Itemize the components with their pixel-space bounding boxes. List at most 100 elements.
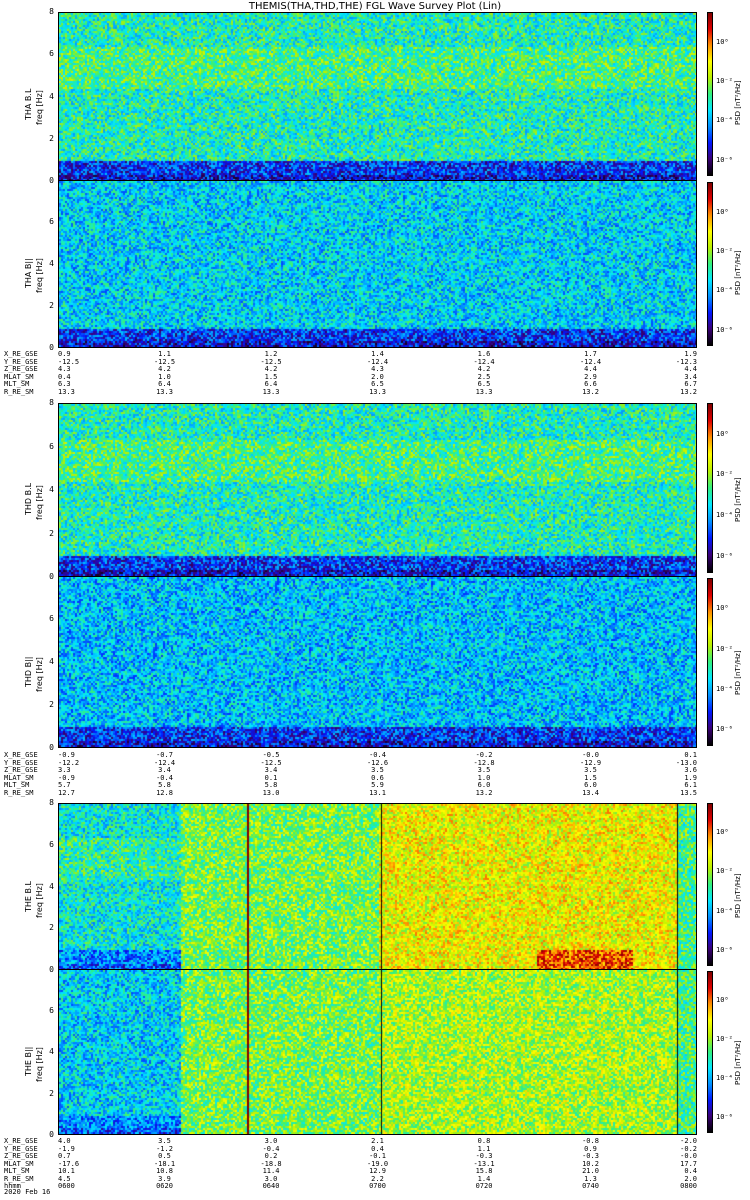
ephemeris-value: 0740: [582, 1182, 599, 1190]
ephemeris-value: 13.3: [58, 387, 75, 396]
ephemeris-label: R_RE_SM: [4, 387, 34, 396]
ephemeris-value: 13.3: [156, 387, 173, 396]
spectrogram-canvas: [59, 404, 696, 576]
ephemeris-value: 12.7: [58, 788, 75, 797]
y-tick-label: 4: [49, 1047, 54, 1056]
ephemeris-value: 13.5: [680, 788, 697, 797]
ephemeris-value: 0800: [680, 1182, 697, 1190]
y-tick-label: 2: [49, 528, 54, 538]
spectrogram-tha-bperp: [58, 12, 697, 181]
colorbar-title: PSD [nT²/Hz]: [734, 477, 742, 522]
y-tick-label: 8: [49, 7, 54, 16]
ephemeris-label: R_RE_SM: [4, 788, 34, 797]
colorbar-tick-label: 10⁰: [716, 828, 729, 837]
ephemeris-row: R_RE_SM 13.3 13.3 13.3 13.3 13.3 13.2 13.2: [0, 387, 750, 397]
colorbar-tick-label: 10⁻²: [716, 1035, 733, 1044]
y-axis-title: THA B||: [24, 258, 33, 288]
y-tick-label: 2: [49, 133, 54, 143]
y-tick-label: 0: [49, 176, 54, 185]
y-tick-label: 4: [49, 657, 54, 666]
colorbar-tick-label: 10⁻⁶: [716, 725, 733, 734]
ephemeris-value: 13.0: [262, 788, 280, 797]
y-axis-title: THE B||: [24, 1046, 33, 1076]
colorbar: [707, 971, 713, 1133]
spectrogram-thd-bpar: [58, 576, 697, 748]
ephemeris-value: 12.8: [156, 788, 173, 797]
colorbar-tick-label: 10⁻⁴: [716, 511, 733, 520]
spectrogram-canvas: [59, 13, 696, 180]
colorbar-tick-label: 10⁰: [716, 37, 729, 46]
y-axis-title: THA B.L: [24, 88, 33, 120]
y-tick-label: 4: [49, 259, 54, 268]
ephemeris-value: 0620: [156, 1182, 173, 1190]
ephemeris-value: 13.4: [582, 788, 599, 797]
spectrogram-the-bperp: [58, 803, 697, 970]
colorbar-tick-label: 10⁰: [716, 207, 729, 216]
y-tick-label: 6: [49, 614, 54, 623]
y-tick-label: 6: [49, 49, 54, 59]
ephemeris-row: hhmm 0600 0620 0640 0700 0720 0740 0800: [0, 1182, 750, 1191]
y-axis-title: THD B||: [24, 656, 33, 687]
y-tick-label: 6: [49, 217, 54, 226]
spectrogram-canvas: [59, 804, 696, 969]
colorbar-tick-label: 10⁻⁴: [716, 906, 733, 915]
colorbar-tick-label: 10⁻²: [716, 867, 733, 876]
colorbar-title: PSD [nT²/Hz]: [734, 650, 742, 695]
colorbar-tick-label: 10⁻⁴: [716, 1073, 733, 1082]
spectrogram-canvas: [59, 181, 696, 347]
y-tick-label: 4: [49, 881, 54, 891]
ephemeris-value: 13.3: [475, 387, 493, 396]
ephemeris-value: 13.3: [369, 387, 386, 396]
y-tick-label: 6: [49, 441, 54, 451]
y-tick-label: 4: [49, 485, 54, 494]
colorbar-title: PSD [nT²/Hz]: [734, 1040, 742, 1085]
spectrogram-tha-bpar: [58, 180, 697, 348]
spectrogram-thd-bperp: [58, 403, 697, 577]
colorbar-tick-label: 10⁻⁴: [716, 684, 733, 693]
y-tick-label: 2: [49, 1088, 54, 1098]
date-label: 2020 Feb 16: [4, 1188, 51, 1196]
y-tick-label: 8: [49, 798, 54, 807]
colorbar-tick-label: 10⁻⁶: [716, 325, 733, 334]
y-tick-label: 0: [49, 743, 54, 752]
y-tick-label: 2: [49, 301, 54, 310]
ephemeris-value: 0720: [475, 1182, 493, 1190]
colorbar-tick-label: 10⁻⁴: [716, 116, 733, 125]
colorbar: [707, 182, 713, 346]
colorbar-tick-label: 10⁻⁶: [716, 155, 733, 164]
y-tick-label: 6: [49, 839, 54, 849]
y-tick-label: 8: [49, 398, 54, 407]
ephemeris-value: 13.2: [680, 387, 697, 396]
colorbar: [707, 578, 713, 746]
colorbar-tick-label: 10⁻²: [716, 470, 733, 479]
ephemeris-table-tha: X_RE_GSE 0.9 1.1 1.2 1.4 1.6 1.7 1.9 Y_RE_GSE -12…: [0, 350, 750, 397]
ephemeris-value: 0640: [262, 1182, 280, 1190]
y-tick-label: 6: [49, 1005, 54, 1015]
y-axis-title: THD B.L: [24, 482, 33, 515]
colorbar-tick-label: 10⁻⁴: [716, 286, 733, 295]
spectrogram-canvas: [59, 577, 696, 747]
ephemeris-value: 0600: [58, 1182, 75, 1190]
y-tick-label: 0: [49, 965, 54, 974]
ephemeris-value: 13.3: [262, 387, 280, 396]
spectrogram-canvas: [59, 970, 696, 1134]
y-tick-label: 2: [49, 700, 54, 709]
colorbar-tick-label: 10⁻⁶: [716, 552, 733, 560]
colorbar-tick-label: 10⁰: [716, 604, 729, 613]
y-tick-label: 2: [49, 923, 54, 933]
colorbar-title: PSD [nT²/Hz]: [734, 80, 742, 125]
colorbar-tick-label: 10⁰: [716, 996, 729, 1005]
ephemeris-table-the: X_RE_GSE 4.0 3.5 3.0 2.1 0.8 -0.8 -2.0 Y_RE_GSE -…: [0, 1137, 750, 1191]
colorbar-tick-label: 10⁻²: [716, 76, 733, 85]
ephemeris-table-thd: X_RE_GSE -0.9 -0.7 -0.5 -0.4 -0.2 -0.0 0.1 Y_RE_…: [0, 751, 750, 797]
colorbar-tick-label: 10⁻⁶: [716, 945, 733, 954]
y-axis-title: THE B.L: [24, 881, 33, 912]
colorbar: [707, 12, 713, 176]
colorbar-tick-label: 10⁻²: [716, 644, 733, 653]
colorbar: [707, 803, 713, 966]
colorbar-tick-label: 10⁻²: [716, 246, 733, 255]
y-tick-label: 0: [49, 572, 54, 581]
ephemeris-value: 13.2: [582, 387, 599, 396]
colorbar: [707, 403, 713, 573]
ephemeris-value: 13.2: [475, 788, 493, 797]
